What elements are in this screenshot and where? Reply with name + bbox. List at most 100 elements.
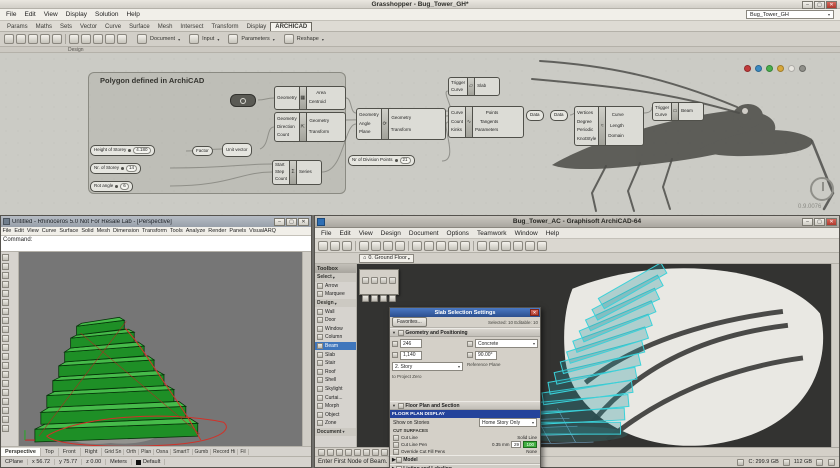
- toolbar-icon[interactable]: [28, 34, 38, 44]
- port-in[interactable]: Degree: [577, 120, 596, 125]
- toolbar-icon[interactable]: [2, 254, 9, 261]
- status-toggle[interactable]: Record Hi: [211, 449, 238, 455]
- toolbar-icon[interactable]: [537, 241, 547, 251]
- override-value[interactable]: None: [526, 449, 537, 454]
- port-out[interactable]: Beam: [681, 109, 693, 114]
- palette-icon[interactable]: [371, 295, 378, 302]
- toolbar-icon[interactable]: [40, 34, 50, 44]
- menu-item[interactable]: Window: [511, 230, 542, 237]
- tool-zone[interactable]: Zone: [315, 419, 356, 428]
- toolbar-group-parameters[interactable]: Parameters▾: [227, 34, 274, 44]
- toolbar-icon[interactable]: [477, 241, 487, 251]
- slider-grip[interactable]: [128, 149, 131, 152]
- node-data[interactable]: Data: [550, 110, 568, 121]
- units-cell[interactable]: Meters: [106, 459, 132, 465]
- tool-beam[interactable]: Beam: [315, 342, 356, 351]
- port-out[interactable]: Domain: [608, 134, 624, 139]
- tab-sets[interactable]: Sets: [56, 23, 76, 31]
- port-out[interactable]: Slab: [477, 84, 486, 89]
- palette-icon[interactable]: [389, 277, 396, 284]
- port-out[interactable]: Parameters: [475, 128, 498, 133]
- override-cut-fill-pens-row[interactable]: Override Cut Fill Pens None: [390, 448, 540, 455]
- menu-item[interactable]: Options: [443, 230, 473, 237]
- port-in[interactable]: Count: [275, 177, 287, 182]
- menu-item[interactable]: File: [2, 11, 20, 18]
- toolbar-icon[interactable]: [395, 241, 405, 251]
- orbit-icon[interactable]: [336, 449, 343, 456]
- tool-door[interactable]: Door: [315, 316, 356, 325]
- toolbar-icon[interactable]: [424, 241, 434, 251]
- port-in[interactable]: Direction: [277, 125, 297, 130]
- toolbox-section-document[interactable]: Document▾: [315, 428, 356, 437]
- status-toggle[interactable]: Fil: [238, 449, 248, 455]
- toolbar-icon[interactable]: [2, 317, 9, 324]
- story-selector[interactable]: ⌂0. Ground Floor▾: [359, 254, 414, 263]
- palette-icon[interactable]: [362, 277, 369, 284]
- node-unit-vector[interactable]: Unit vector: [222, 143, 252, 157]
- toolbar-icon[interactable]: [359, 241, 369, 251]
- section-model[interactable]: ▶ Model: [390, 455, 540, 464]
- toolbar-group-reshape[interactable]: Reshape▾: [283, 34, 324, 44]
- status-toggle[interactable]: Orth: [124, 449, 139, 455]
- view-tab-front[interactable]: Front: [59, 448, 81, 456]
- maximize-button[interactable]: ▢: [814, 1, 825, 9]
- status-toggle[interactable]: SmartT: [171, 449, 192, 455]
- tool-wall[interactable]: Wall: [315, 307, 356, 316]
- tool-skylight[interactable]: Skylight: [315, 385, 356, 394]
- node-divide-curve[interactable]: CurveCountKinks ∿ PointsTangentsParamete…: [448, 106, 524, 138]
- port-in[interactable]: Trigger: [655, 106, 669, 111]
- node-move[interactable]: GeometryDirectionCount ⇱ GeometryTransfo…: [274, 112, 346, 142]
- toolbox-title[interactable]: Toolbox: [315, 264, 356, 273]
- tab-mesh[interactable]: Mesh: [154, 23, 177, 31]
- tab-vector[interactable]: Vector: [76, 23, 101, 31]
- menu-item[interactable]: Document: [405, 230, 443, 237]
- toolbox-section-select[interactable]: Select▾: [315, 273, 356, 282]
- palette-icon[interactable]: [389, 295, 396, 302]
- tool-column[interactable]: Column: [315, 333, 356, 342]
- toolbar-icon[interactable]: [16, 34, 26, 44]
- menu-item[interactable]: Help: [542, 230, 563, 237]
- toolbar-icon[interactable]: [2, 308, 9, 315]
- slider-grip[interactable]: [115, 185, 118, 188]
- grasshopper-titlebar[interactable]: Grasshopper - Bug_Tower_GH* – ▢ ✕: [0, 0, 840, 9]
- toolbar-icon[interactable]: [4, 34, 14, 44]
- port-out[interactable]: Transform: [391, 128, 411, 133]
- toolbar-icon[interactable]: [69, 34, 79, 44]
- menu-item[interactable]: Solid: [80, 228, 95, 234]
- cut-line-row[interactable]: Cut Line Solid Line: [390, 434, 540, 441]
- anchor-label[interactable]: to Project Zero: [392, 374, 422, 379]
- toolbar-icon[interactable]: [330, 241, 340, 251]
- cut-line-pen-row[interactable]: Cut Line Pen 0.35 mm29100: [390, 441, 540, 448]
- port-in[interactable]: Kinks: [451, 128, 463, 133]
- port-in[interactable]: KnotStyle: [577, 137, 596, 142]
- toolbar-icon[interactable]: [2, 344, 9, 351]
- tab-intersect[interactable]: Intersect: [176, 23, 207, 31]
- view-tab-top[interactable]: Top: [41, 448, 59, 456]
- menu-item[interactable]: Edit: [335, 230, 354, 237]
- tab-archicad[interactable]: ARCHICAD: [270, 22, 312, 31]
- viewport-scrollbar[interactable]: [302, 252, 311, 446]
- section-floor-plan-and-section[interactable]: ▼ Floor Plan and Section: [390, 401, 540, 410]
- structure-dropdown[interactable]: Concrete▾: [475, 339, 538, 348]
- palette-icon[interactable]: [362, 295, 369, 302]
- toolbar-icon[interactable]: [489, 241, 499, 251]
- minimize-button[interactable]: –: [802, 1, 813, 9]
- toolbar-icon[interactable]: [383, 241, 393, 251]
- menu-item[interactable]: Mesh: [95, 228, 111, 234]
- menu-item[interactable]: Tools: [168, 228, 184, 234]
- minimize-button[interactable]: –: [802, 218, 813, 226]
- node-beam[interactable]: TriggerCurve ▭ Beam: [652, 102, 704, 121]
- toolbar-icon[interactable]: [2, 299, 9, 306]
- node-series[interactable]: StartStepCount Σ Series: [272, 160, 322, 185]
- toolbar-icon[interactable]: [525, 241, 535, 251]
- close-button[interactable]: ✕: [826, 1, 837, 9]
- palette-icon[interactable]: [380, 295, 387, 302]
- view-tab-perspective[interactable]: Perspective: [1, 448, 41, 456]
- dialog-titlebar[interactable]: Slab Selection Settings ✕: [390, 308, 540, 317]
- minimize-button[interactable]: –: [274, 218, 285, 226]
- pen-color-swatch[interactable]: 100: [523, 441, 537, 448]
- menu-item[interactable]: Display: [62, 11, 91, 18]
- close-button[interactable]: ✕: [826, 218, 837, 226]
- maximize-button[interactable]: ▢: [286, 218, 297, 226]
- section-listing-and-labeling[interactable]: ▶ Listing and Labeling: [390, 464, 540, 468]
